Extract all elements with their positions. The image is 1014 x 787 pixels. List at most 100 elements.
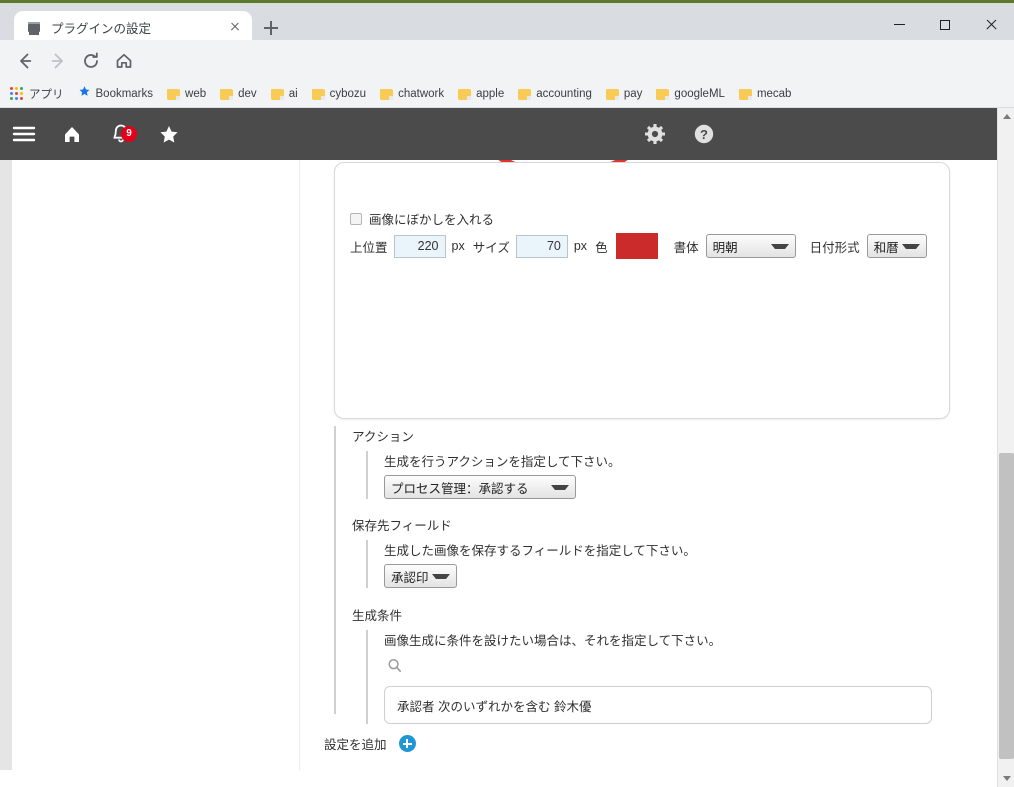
image-params-row: 上位置 px サイズ px 色 書体 明朝 日付形式 和暦 <box>350 233 927 259</box>
bookmark-item-apple[interactable]: apple <box>458 88 504 100</box>
bookmark-item-chatwork[interactable]: chatwork <box>380 88 444 100</box>
kintone-header: 9 ? <box>0 108 1014 262</box>
maximize-icon[interactable] <box>922 6 968 43</box>
condition-filter-value: 承認者 次のいずれかを含む 鈴木優 <box>397 699 592 714</box>
home-icon[interactable] <box>111 48 137 74</box>
image-settings-card: 画像にぼかしを入れる 上位置 px サイズ px 色 書体 明朝 <box>334 162 950 419</box>
reload-icon[interactable] <box>78 48 104 74</box>
folder-icon <box>311 88 325 100</box>
date-format-select-value: 和暦 <box>873 240 899 255</box>
action-select[interactable]: プロセス管理：承認する <box>384 475 576 499</box>
font-select-value: 明朝 <box>712 240 738 255</box>
size-unit: px <box>573 239 588 253</box>
browser-tab[interactable]: プラグインの設定 <box>14 11 252 43</box>
bookmark-label: mecab <box>756 88 792 100</box>
back-icon[interactable] <box>12 48 38 74</box>
bookmark-item-web[interactable]: web <box>167 88 206 100</box>
condition-search-icon-row <box>386 657 972 680</box>
font-label: 書体 <box>673 240 699 255</box>
chevron-down-icon <box>432 573 450 579</box>
folder-icon <box>380 88 394 100</box>
left-gutter <box>0 160 12 770</box>
date-format-label: 日付形式 <box>809 240 860 255</box>
bookmark-item-cybozu[interactable]: cybozu <box>311 88 367 100</box>
bookmark-label: cybozu <box>329 88 367 100</box>
section-description: 生成した画像を保存するフィールドを指定して下さい。 <box>384 544 696 558</box>
window-controls <box>876 6 1014 43</box>
content-divider <box>299 160 300 770</box>
section-title: アクション <box>352 430 414 444</box>
color-swatch[interactable] <box>615 233 658 259</box>
add-setting-row: 設定を追加 <box>324 734 416 753</box>
star-icon[interactable] <box>155 120 183 148</box>
section-title: 生成条件 <box>352 609 403 623</box>
bookmark-label: googleML <box>674 88 725 100</box>
folder-icon <box>656 88 670 100</box>
plugin-config-content: 画像にぼかしを入れる 上位置 px サイズ px 色 書体 明朝 <box>12 160 987 770</box>
section-description: 生成を行うアクションを指定して下さい。 <box>384 455 621 469</box>
forward-icon[interactable] <box>45 48 71 74</box>
size-input[interactable] <box>515 234 568 258</box>
star-icon <box>78 85 91 103</box>
bookmark-item-googleml[interactable]: googleML <box>656 88 725 100</box>
top-position-unit: px <box>451 239 465 253</box>
top-position-input[interactable] <box>393 234 446 258</box>
hamburger-icon[interactable] <box>10 120 38 148</box>
scrollbar-thumb[interactable] <box>999 453 1014 759</box>
bookmark-label: アプリ <box>29 89 64 101</box>
section-description: 画像生成に条件を設けたい場合は、それを指定して下さい。 <box>384 634 722 648</box>
blur-checkbox[interactable] <box>350 212 362 225</box>
bookmark-item-bookmarks[interactable]: Bookmarks <box>78 85 154 103</box>
notification-badge: 9 <box>121 126 137 142</box>
browser-titlebar: プラグインの設定 <box>0 0 1014 43</box>
date-format-select[interactable]: 和暦 <box>866 234 927 258</box>
plus-circle-icon[interactable] <box>398 735 416 752</box>
help-icon[interactable]: ? <box>690 120 718 148</box>
condition-filter-box[interactable]: 承認者 次のいずれかを含む 鈴木優 <box>384 686 932 724</box>
new-tab-button[interactable] <box>259 16 283 40</box>
gear-icon[interactable] <box>641 120 669 148</box>
bookmark-item-dev[interactable]: dev <box>220 88 257 100</box>
folder-icon <box>518 88 532 100</box>
bookmark-item-accounting[interactable]: accounting <box>518 88 592 100</box>
font-select[interactable]: 明朝 <box>705 234 796 258</box>
bookmark-item-ai[interactable]: ai <box>270 88 298 100</box>
scroll-up-icon[interactable] <box>998 108 1014 125</box>
action-select-value: プロセス管理：承認する <box>391 481 529 496</box>
vertical-scrollbar[interactable] <box>997 108 1014 787</box>
close-window-icon[interactable] <box>968 6 1014 43</box>
scroll-down-icon[interactable] <box>998 770 1014 787</box>
bookmark-label: web <box>185 88 207 100</box>
top-position-label: 上位置 <box>350 240 388 255</box>
color-label: 色 <box>595 240 608 255</box>
bell-icon[interactable]: 9 <box>107 120 137 148</box>
folder-icon <box>167 88 181 100</box>
section-condition: 生成条件 画像生成に条件を設けたい場合は、それを指定して下さい。 承認者 次のい… <box>352 605 972 724</box>
bookmark-label: Bookmarks <box>95 88 154 100</box>
chevron-down-icon <box>551 484 569 490</box>
bookmark-label: dev <box>238 88 257 100</box>
section-action: アクション 生成を行うアクションを指定して下さい。 プロセス管理：承認する <box>352 426 952 499</box>
chevron-down-icon <box>770 243 789 249</box>
bookmark-item-pay[interactable]: pay <box>605 88 642 100</box>
blur-checkbox-row: 画像にぼかしを入れる <box>350 209 494 228</box>
chevron-down-icon <box>901 243 920 249</box>
apps-grid-icon <box>10 87 24 101</box>
browser-window: プラグインの設定 fe54k.cybozu.com/k/admin/app/63… <box>0 0 1014 787</box>
search-icon <box>388 659 401 672</box>
section-target-field: 保存先フィールド 生成した画像を保存するフィールドを指定して下さい。 承認印 <box>352 515 952 588</box>
blur-checkbox-label: 画像にぼかしを入れる <box>369 213 495 227</box>
target-field-select[interactable]: 承認印 <box>384 564 457 588</box>
minimize-icon[interactable] <box>876 6 922 43</box>
svg-text:?: ? <box>700 127 708 142</box>
home-icon[interactable] <box>58 120 86 148</box>
folder-icon <box>605 88 619 100</box>
bookmark-label: chatwork <box>398 88 445 100</box>
add-setting-label: 設定を追加 <box>324 738 387 752</box>
bookmark-item-apps[interactable]: アプリ <box>10 86 64 102</box>
close-icon[interactable] <box>226 18 244 36</box>
bookmark-item-mecab[interactable]: mecab <box>738 88 792 100</box>
page-body: 画像にぼかしを入れる 上位置 px サイズ px 色 書体 明朝 <box>0 160 1014 787</box>
section-title: 保存先フィールド <box>352 519 452 533</box>
plugin-icon <box>26 19 42 35</box>
